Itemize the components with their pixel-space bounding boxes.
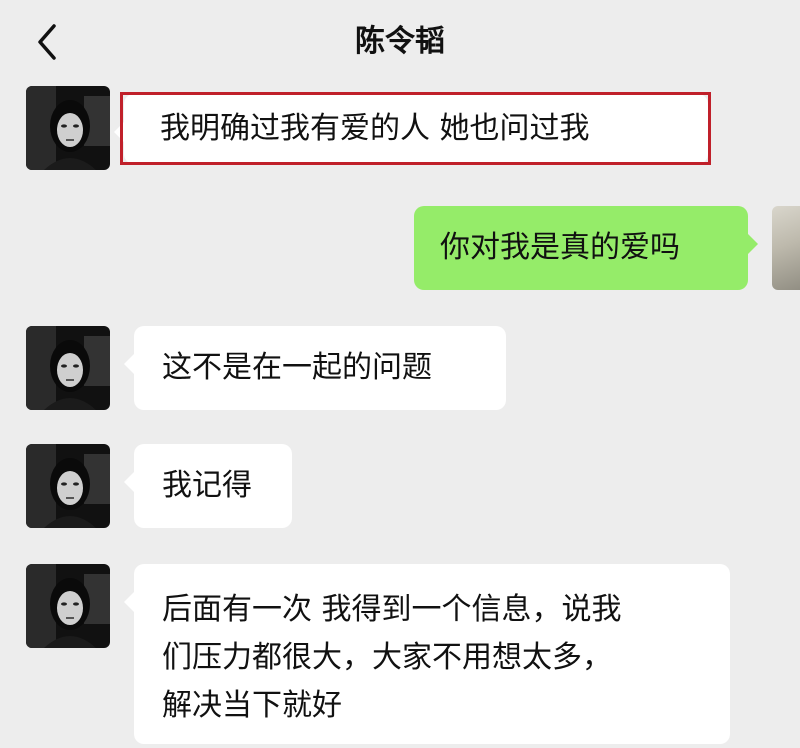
chat-header: 陈令韬 (0, 0, 800, 84)
message-text-2: 你对我是真的爱吗 (440, 230, 680, 265)
message-text-1: 我明确过我有爱的人 她也问过我 (160, 111, 590, 146)
chat-title: 陈令韬 (355, 24, 445, 59)
message-text-3: 这不是在一起的问题 (162, 350, 432, 385)
message-bubble-1[interactable]: 我明确过我有爱的人 她也问过我 (114, 94, 708, 164)
contact-avatar[interactable] (26, 326, 110, 410)
contact-avatar[interactable] (26, 444, 110, 528)
message-bubble-4[interactable]: 我记得 (124, 444, 292, 528)
message-text-5-line-2: 们压力都很大，大家不用想太多， (162, 640, 612, 675)
message-bubble-2[interactable]: 你对我是真的爱吗 (414, 206, 758, 290)
message-text-4: 我记得 (162, 468, 252, 503)
message-bubble-3[interactable]: 这不是在一起的问题 (124, 326, 506, 410)
message-text-5-line-3: 解决当下就好 (162, 688, 342, 723)
contact-avatar[interactable] (26, 564, 110, 648)
message-bubble-5[interactable]: 后面有一次 我得到一个信息，说我 们压力都很大，大家不用想太多， 解决当下就好 (124, 564, 730, 744)
contact-avatar[interactable] (26, 86, 110, 170)
message-text-5-line-1: 后面有一次 我得到一个信息，说我 (162, 592, 622, 627)
self-avatar[interactable] (772, 206, 800, 290)
